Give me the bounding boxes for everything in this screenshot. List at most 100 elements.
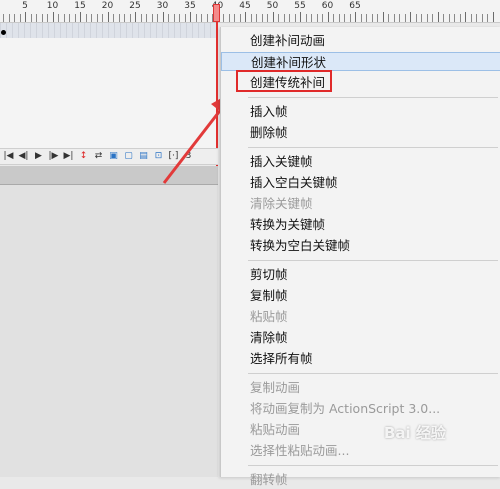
ruler-tick [239, 14, 241, 22]
ruler-tick [261, 14, 263, 22]
keyframe-marker [1, 30, 6, 35]
ruler-tick [338, 14, 340, 22]
ruler-tick [179, 14, 180, 22]
ruler-tick [476, 14, 477, 22]
ruler-tick [283, 14, 285, 22]
menu-item[interactable]: 插入关键帧 [221, 152, 500, 171]
menu-item[interactable]: 转换为空白关键帧 [221, 236, 500, 255]
ruler-tick [432, 14, 433, 22]
timeline-control-icon[interactable]: |▶ [47, 150, 60, 163]
menu-item[interactable]: 插入帧 [221, 102, 500, 121]
menu-item[interactable]: 清除关键帧 [221, 194, 500, 213]
ruler-tick [201, 14, 202, 22]
menu-item[interactable]: 转换为关键帧 [221, 215, 500, 234]
ruler-label: 65 [349, 1, 361, 11]
timeline-control-icon[interactable]: ▤ [137, 150, 150, 163]
ruler-tick [272, 12, 274, 22]
context-menu: 创建补间动画 创建补间形状 创建传统补间 插入帧 删除帧 插入关键帧 插入空白关键帧 清除关键… [220, 27, 500, 487]
ruler-tick [146, 14, 147, 22]
ruler-tick [102, 14, 103, 22]
menu-item[interactable]: 复制动画 [221, 378, 500, 397]
ruler-tick [96, 14, 98, 22]
ruler-tick [377, 14, 378, 22]
frame-ruler[interactable]: 5101520253035404550556065 [0, 0, 500, 23]
ruler-tick [58, 14, 59, 22]
ruler-label: 25 [129, 1, 141, 11]
ruler-tick [206, 14, 208, 22]
ruler-tick [393, 14, 395, 22]
timeline-control-icon[interactable]: [·] [167, 150, 180, 163]
ruler-tick [300, 12, 301, 22]
ruler-tick [184, 14, 186, 22]
ruler-tick [25, 12, 26, 22]
ruler-tick [371, 14, 373, 22]
layer-row[interactable] [0, 23, 218, 38]
timeline-control-icon[interactable]: ▶ [32, 150, 45, 163]
panel-splitter[interactable] [0, 166, 218, 185]
menu-item[interactable]: 插入空白关键帧 [221, 173, 500, 192]
ruler-tick [30, 14, 32, 22]
menu-item[interactable]: 选择所有帧 [221, 349, 500, 368]
ruler-tick [316, 14, 318, 22]
ruler-label: 60 [321, 1, 334, 11]
timeline-control-icon[interactable]: ↕ [77, 150, 90, 163]
menu-item[interactable]: 剪切帧 [221, 265, 500, 284]
ruler-label: 10 [46, 1, 59, 11]
playhead-line [216, 22, 218, 167]
ruler-tick [454, 14, 455, 22]
ruler-tick [410, 12, 411, 22]
timeline-control-icon[interactable]: |◀ [2, 150, 15, 163]
ruler-tick [91, 14, 92, 22]
ruler-tick [228, 14, 230, 22]
menu-item[interactable]: 选择性粘贴动画... [221, 441, 500, 460]
menu-item[interactable]: 创建补间形状 [221, 52, 500, 71]
ruler-tick [311, 14, 312, 22]
playhead-handle[interactable] [213, 4, 220, 22]
menu-item[interactable]: 粘贴帧 [221, 307, 500, 326]
ruler-tick [80, 12, 81, 22]
ruler-tick [322, 14, 323, 22]
ruler-tick [355, 12, 356, 22]
timeline-control-icon[interactable]: 3 [182, 150, 195, 163]
ruler-tick [47, 14, 48, 22]
ruler-tick [135, 12, 136, 22]
menu-item[interactable]: 翻转帧 [221, 470, 500, 489]
ruler-tick [85, 14, 87, 22]
ruler-tick [443, 14, 444, 22]
menu-item[interactable]: 创建补间动画 [221, 31, 500, 50]
ruler-tick [118, 14, 120, 22]
ruler-tick [36, 14, 37, 22]
timeline-control-icon[interactable]: ▶| [62, 150, 75, 163]
ruler-tick [74, 14, 76, 22]
menu-item[interactable]: 删除帧 [221, 123, 500, 142]
timeline-control-icon[interactable]: ◀| [17, 150, 30, 163]
ruler-tick [3, 14, 4, 22]
timeline-control-icon[interactable]: ▣ [107, 150, 120, 163]
menu-item[interactable]: 复制帧 [221, 286, 500, 305]
ruler-tick [481, 14, 483, 22]
timeline-controls: |◀ ◀| ▶ |▶ ▶| ↕ ⇄ ▣ ▢ ▤ ⊡ [·] 3 [0, 148, 218, 165]
ruler-label: 15 [74, 1, 86, 11]
ruler-tick [382, 12, 384, 22]
ruler-tick [157, 14, 158, 22]
timeline-control-icon[interactable]: ⊡ [152, 150, 165, 163]
ruler-tick [190, 12, 191, 22]
layer-frames-area[interactable] [0, 23, 218, 148]
ruler-tick [140, 14, 142, 22]
menu-separator [248, 373, 498, 374]
menu-item[interactable]: 将动画复制为 ActionScript 3.0... [221, 399, 500, 418]
ruler-tick [52, 12, 54, 22]
ruler-tick [360, 14, 362, 22]
ruler-tick [250, 14, 252, 22]
menu-item[interactable]: 清除帧 [221, 328, 500, 347]
ruler-tick [327, 12, 329, 22]
timeline-control-icon[interactable]: ▢ [122, 150, 135, 163]
timeline-control-icon[interactable]: ⇄ [92, 150, 105, 163]
ruler-tick [19, 14, 21, 22]
ruler-tick [333, 14, 334, 22]
menu-separator [248, 260, 498, 261]
ruler-tick [305, 14, 307, 22]
menu-item[interactable]: 粘贴动画 [221, 420, 500, 439]
ruler-label: 35 [184, 1, 196, 11]
ruler-tick [344, 14, 345, 22]
